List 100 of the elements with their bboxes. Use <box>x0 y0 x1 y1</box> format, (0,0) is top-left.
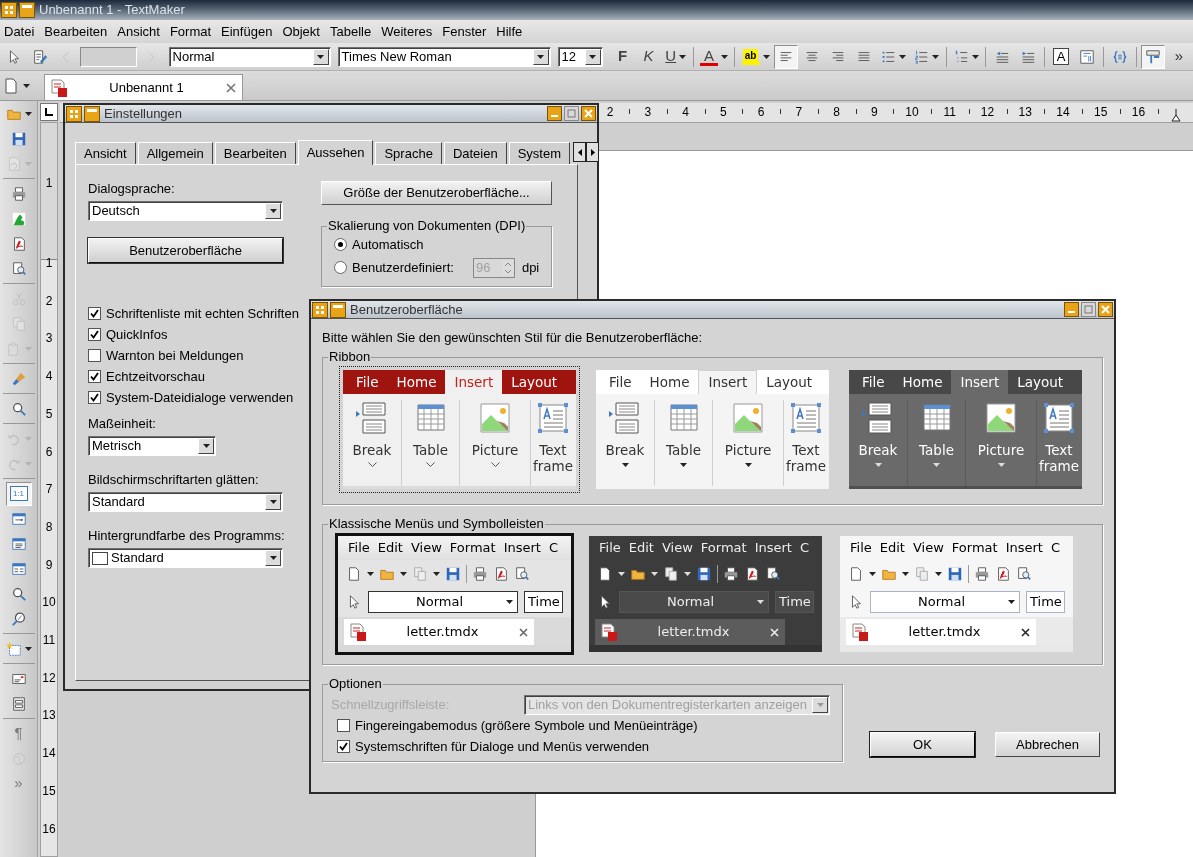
caret-icon <box>24 646 32 651</box>
caret-icon <box>684 571 691 576</box>
tab[interactable]: Aussehen <box>297 140 374 165</box>
menu-item[interactable]: Ansicht <box>117 21 160 42</box>
tab[interactable]: Ansicht <box>75 142 136 164</box>
picture-icon <box>732 402 764 434</box>
check-icon <box>90 309 99 318</box>
unit-dropdown[interactable]: Metrisch <box>88 436 216 456</box>
font-size-dropdown[interactable]: 12 <box>557 46 603 67</box>
ribbon-style-option[interactable]: File Home Insert Layout Break Table Picture Text frame <box>845 366 1086 493</box>
search-icon <box>10 400 27 417</box>
classic-style-option[interactable]: File Edit View Format Insert C Normal Time letter.tmdx <box>837 533 1076 655</box>
page-field[interactable] <box>80 46 137 67</box>
document-tab-label: letter.tmdx <box>405 623 480 642</box>
table-icon <box>667 402 700 434</box>
document-tab[interactable]: Unbenannt 1 <box>44 74 243 100</box>
window-menu-icon[interactable] <box>66 105 82 122</box>
underline-button[interactable]: U <box>662 44 689 69</box>
checkbox[interactable] <box>337 719 350 732</box>
dropdown-arrow-button[interactable] <box>532 48 549 65</box>
menu-item[interactable]: Tabelle <box>329 21 372 42</box>
checkbox[interactable] <box>88 349 101 362</box>
menu-item[interactable]: Hilfe <box>496 21 523 42</box>
checkbox[interactable] <box>88 391 101 404</box>
dropdown-arrow-button[interactable] <box>265 550 281 566</box>
caret-icon <box>874 463 882 467</box>
classic-style-option[interactable]: File Edit View Format Insert C Normal Time letter.tmdx <box>586 533 825 655</box>
ruler-number: 8 <box>44 519 54 534</box>
braces-icon <box>1112 48 1129 65</box>
group-title: Klassische Menüs und Symbolleisten <box>328 517 545 531</box>
highlight-button[interactable]: ab <box>739 44 772 69</box>
tab[interactable]: Bearbeiten <box>214 142 296 164</box>
align-left-button[interactable] <box>773 44 798 69</box>
font-dropdown[interactable]: Times New Roman <box>337 46 551 67</box>
classic-style-option[interactable]: File Edit View Format Insert C Normal Time letter.tmdx <box>335 533 574 655</box>
more-button[interactable]: » <box>1166 44 1191 69</box>
dialog-language-dropdown[interactable]: Deutsch <box>88 201 283 221</box>
preview-menu-item: File <box>850 539 872 558</box>
minimize-icon[interactable] <box>1064 302 1079 317</box>
checkbox[interactable] <box>88 307 101 320</box>
caret-icon <box>680 463 687 467</box>
dropdown-arrow-button[interactable] <box>312 48 329 65</box>
menu-item[interactable]: Fenster <box>442 21 487 42</box>
window-shade-icon[interactable] <box>84 105 100 122</box>
dropdown-arrow-button[interactable] <box>265 203 281 219</box>
window-menu-icon[interactable] <box>312 301 328 318</box>
style-dropdown[interactable]: Normal <box>168 46 331 67</box>
tab[interactable]: Sprache <box>375 142 442 164</box>
dropdown-arrow-button[interactable] <box>812 697 828 713</box>
close-icon[interactable] <box>226 82 236 93</box>
tab[interactable]: Allgemein <box>137 142 213 164</box>
ruler-toggle-button[interactable] <box>1140 44 1165 69</box>
background-color-dropdown[interactable]: Standard <box>88 548 283 568</box>
menu-item[interactable]: Objekt <box>282 21 320 42</box>
window-shade-icon[interactable] <box>330 301 346 318</box>
checkbox[interactable] <box>88 328 101 341</box>
menu-item[interactable]: Einfügen <box>221 21 273 42</box>
ribbon-style-option[interactable]: File Home Insert Layout Break Table Picture Text frame <box>592 366 833 493</box>
close-icon[interactable] <box>581 106 596 121</box>
page-break-icon <box>609 402 641 434</box>
menu-item[interactable]: Format <box>169 21 212 42</box>
tab-type-icon[interactable] <box>40 103 58 121</box>
dropdown-arrow-button[interactable] <box>265 494 281 510</box>
checkbox[interactable] <box>88 370 101 383</box>
dropdown-arrow-button[interactable] <box>584 48 601 65</box>
scroll-right-button[interactable] <box>586 142 600 162</box>
bold-button[interactable]: F <box>610 44 635 69</box>
ruler-number: 8 <box>833 105 840 119</box>
textbox-button[interactable]: A <box>1049 44 1074 69</box>
picture-icon <box>479 402 511 434</box>
dialog-button[interactable]: OK <box>870 732 975 757</box>
dropdown-arrow-button[interactable] <box>198 438 214 454</box>
scroll-left-button[interactable] <box>573 142 587 162</box>
dialog-button[interactable]: Abbrechen <box>995 732 1100 757</box>
tab-stop-marker-icon[interactable] <box>1171 109 1181 122</box>
caret-icon <box>621 463 629 467</box>
preview-menu-item: Edit <box>879 539 905 558</box>
tab[interactable]: Dateien <box>443 142 507 164</box>
menu-item[interactable]: Bearbeiten <box>44 21 108 42</box>
minimize-icon[interactable] <box>547 106 562 121</box>
menu-item[interactable]: Weiteres <box>381 21 433 42</box>
tab[interactable]: System <box>508 142 571 164</box>
window-menu-icon[interactable] <box>1 2 17 18</box>
group-title: Ribbon <box>328 350 372 364</box>
ui-size-button[interactable]: Größe der Benutzeroberfläche... <box>321 181 552 205</box>
close-icon[interactable] <box>1098 302 1113 317</box>
preview-menu-item: View <box>912 539 944 558</box>
checkbox[interactable] <box>337 740 350 753</box>
menu-item[interactable]: Datei <box>4 21 35 42</box>
ribbon-style-option[interactable]: File Home Insert Layout Break Table Picture Text frame <box>339 366 580 493</box>
font-smoothing-dropdown[interactable]: Standard <box>88 492 283 512</box>
user-interface-button[interactable]: Benutzeroberfläche <box>88 238 283 263</box>
zoom-11-button[interactable]: 1:1 <box>5 481 32 506</box>
image-icon <box>10 210 27 227</box>
frame-icon <box>5 640 22 657</box>
window-shade-icon[interactable] <box>19 2 35 18</box>
font-color-button[interactable]: A <box>697 44 731 69</box>
ruler-number: 14 <box>1056 105 1070 119</box>
italic-button[interactable]: K <box>636 44 661 69</box>
preview-menu-item: Format <box>951 539 998 558</box>
